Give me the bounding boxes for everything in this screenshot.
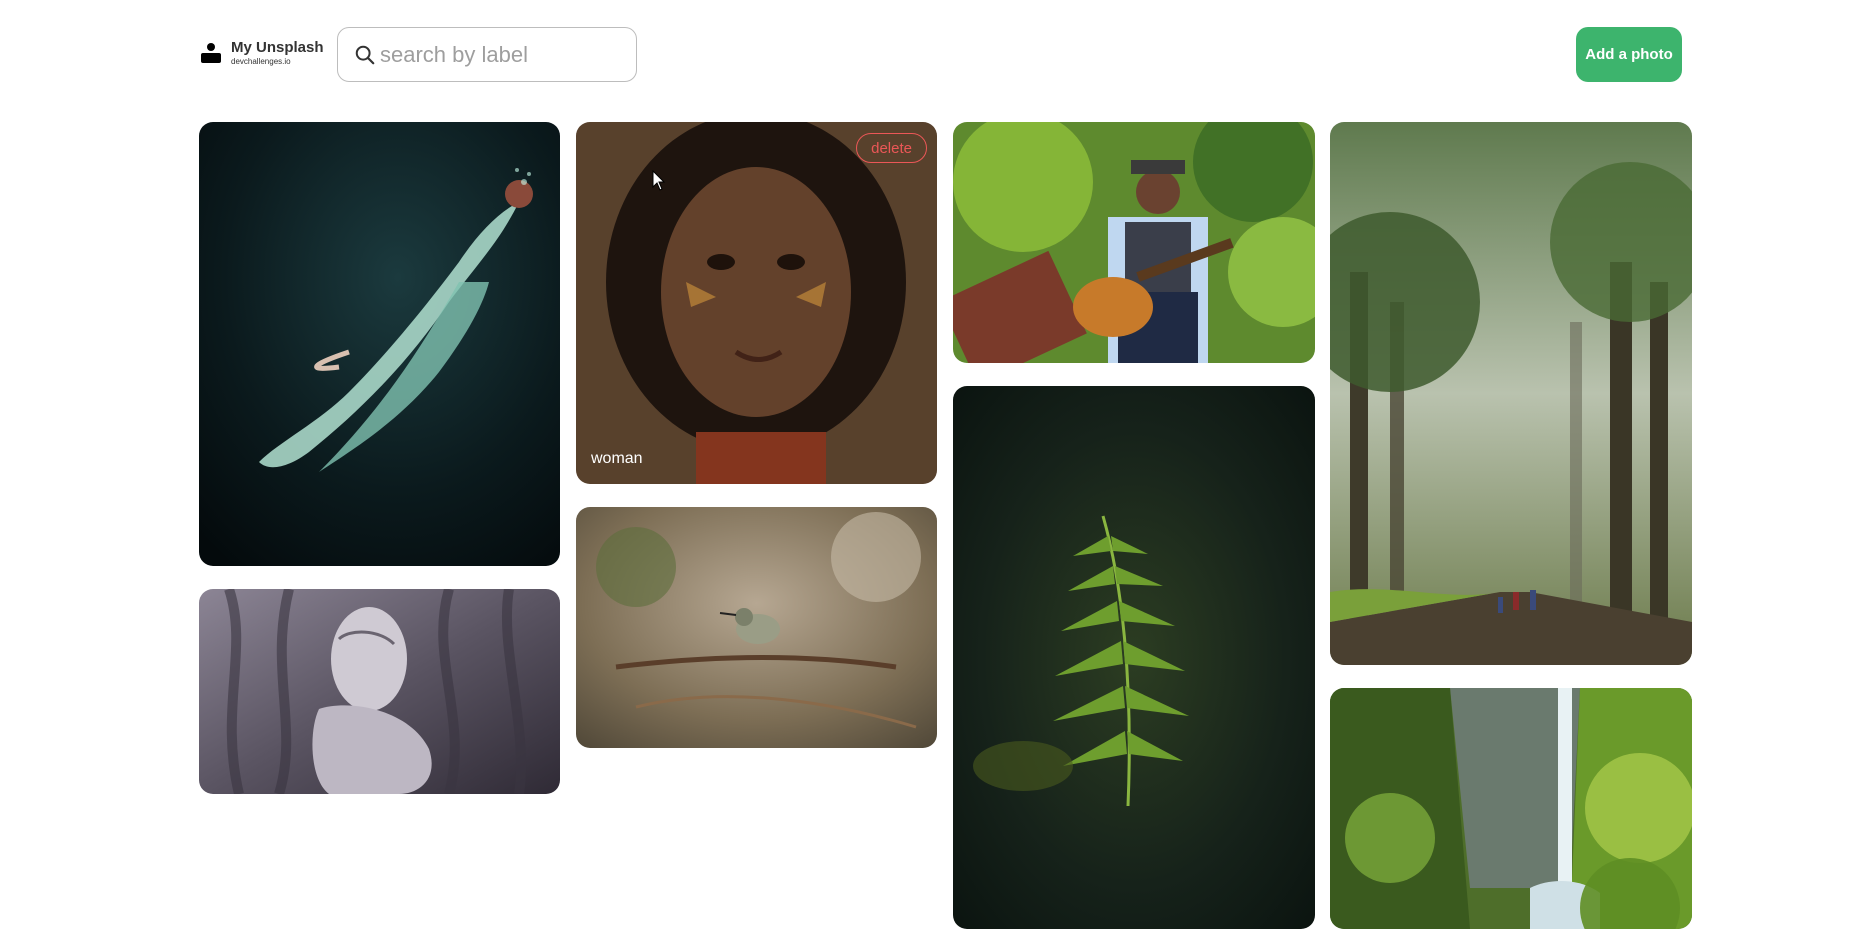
photo-card-fern[interactable]: [953, 386, 1315, 929]
photo-card-misty-road[interactable]: [1330, 122, 1692, 665]
photo-bark-woman: [199, 589, 560, 794]
photo-label: woman: [591, 450, 643, 467]
search-box[interactable]: [337, 27, 637, 82]
person-icon: [201, 43, 221, 63]
hover-overlay: [576, 122, 937, 484]
photo-misty-road: [1330, 122, 1692, 665]
photo-card-guitarist[interactable]: [953, 122, 1315, 363]
photo-waterfall: [1330, 688, 1692, 929]
logo[interactable]: My Unsplash devchallenges.io: [199, 40, 324, 66]
header: My Unsplash devchallenges.io Add a photo: [0, 0, 1873, 110]
logo-title: My Unsplash: [231, 39, 324, 56]
delete-button[interactable]: delete: [856, 133, 927, 163]
add-photo-button[interactable]: Add a photo: [1576, 27, 1682, 82]
photo-fern: [953, 386, 1315, 929]
photo-card-underwater-woman[interactable]: [199, 122, 560, 566]
photo-card-woman[interactable]: delete woman: [576, 122, 937, 484]
logo-text: My Unsplash devchallenges.io: [231, 40, 324, 66]
photo-card-hummingbird[interactable]: [576, 507, 937, 748]
mouse-cursor-icon: [652, 170, 666, 191]
search-input[interactable]: [380, 41, 620, 68]
photo-hummingbird: [576, 507, 937, 748]
photo-card-bark-woman[interactable]: [199, 589, 560, 794]
logo-subtitle: devchallenges.io: [231, 57, 291, 66]
photo-underwater-woman: [199, 122, 560, 566]
photo-card-waterfall[interactable]: [1330, 688, 1692, 929]
search-icon: [355, 45, 375, 64]
photo-guitarist: [953, 122, 1315, 363]
